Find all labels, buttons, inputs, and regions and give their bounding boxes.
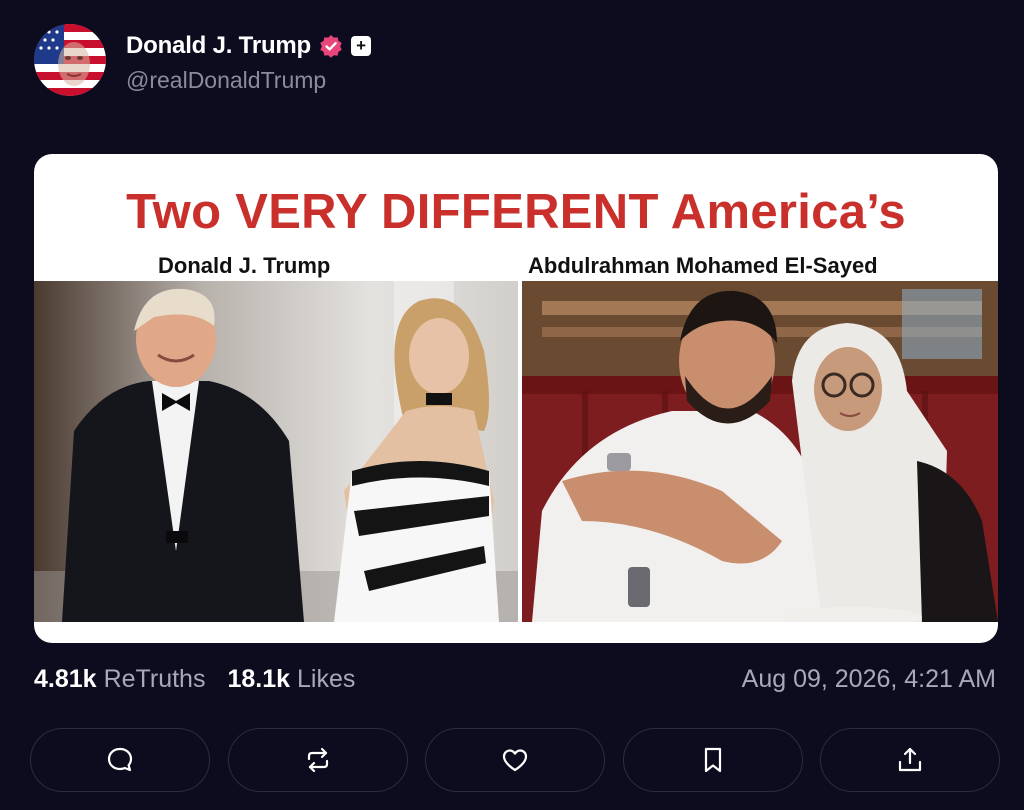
- retruths-label[interactable]: ReTruths: [104, 665, 206, 694]
- display-name-row: Donald J. Trump +: [126, 27, 372, 65]
- like-button[interactable]: [425, 728, 605, 792]
- image-right-caption: Abdulrahman Mohamed El-Sayed: [528, 253, 878, 278]
- post-image-card[interactable]: Two VERY DIFFERENT America’s Donald J. T…: [34, 154, 998, 643]
- repost-icon: [307, 747, 328, 773]
- right-photo: [522, 281, 998, 622]
- share-button[interactable]: [820, 728, 1000, 792]
- image-left-caption: Donald J. Trump: [158, 253, 331, 278]
- image-title: Two VERY DIFFERENT America’s: [126, 185, 906, 239]
- share-icon: [898, 747, 922, 772]
- heart-icon: [502, 749, 528, 772]
- display-name[interactable]: Donald J. Trump: [126, 32, 311, 60]
- retruth-button[interactable]: [227, 728, 408, 792]
- retruths-count[interactable]: 4.81k: [34, 665, 97, 694]
- left-photo: [34, 281, 518, 622]
- avatar[interactable]: [34, 24, 106, 96]
- author-names: Donald J. Trump + @realDonaldTrump: [126, 27, 372, 94]
- likes-count[interactable]: 18.1k: [227, 665, 290, 694]
- post-actions: [30, 728, 1000, 792]
- plus-badge-icon: +: [351, 35, 372, 56]
- bookmark-icon: [704, 747, 721, 773]
- post-stats: 4.81k ReTruths 18.1k Likes: [34, 662, 377, 696]
- comment-icon: [107, 747, 133, 772]
- reply-button[interactable]: [30, 728, 210, 792]
- post-timestamp[interactable]: Aug 09, 2026, 4:21 AM: [742, 662, 996, 696]
- flag-portrait-avatar-icon: [34, 24, 106, 96]
- bookmark-button[interactable]: [622, 728, 803, 792]
- verified-badge-icon: [319, 34, 343, 58]
- likes-label[interactable]: Likes: [297, 665, 355, 694]
- post-header: Donald J. Trump + @realDonaldTrump: [34, 20, 372, 100]
- author-handle[interactable]: @realDonaldTrump: [126, 67, 371, 94]
